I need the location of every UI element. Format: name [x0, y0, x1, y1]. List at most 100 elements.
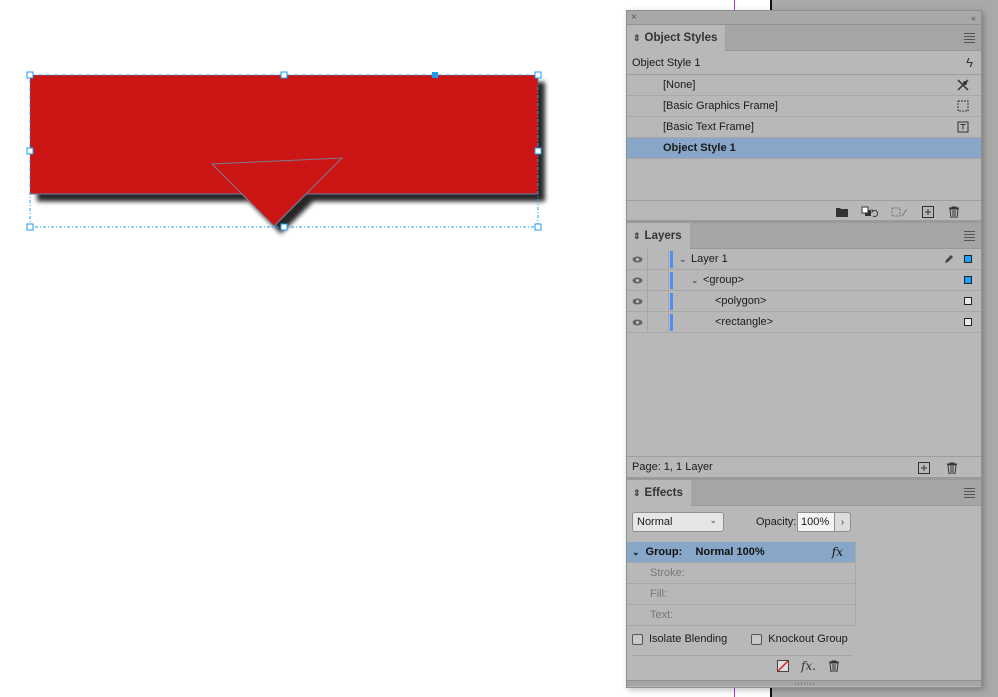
- layer-name: <polygon>: [715, 295, 767, 307]
- quick-apply-icon[interactable]: ϟ: [966, 55, 973, 70]
- isolate-blending-checkbox[interactable]: [632, 633, 643, 645]
- layers-list: ⌄ Layer 1 ⌄ <group> <polygon> <rectangle…: [627, 248, 981, 333]
- target-label: Stroke:: [650, 567, 685, 579]
- effects-header: ⇕ Effects: [627, 480, 981, 506]
- panel-menu-icon[interactable]: [964, 488, 975, 498]
- layer-color-swatch: [670, 271, 673, 289]
- eye-icon[interactable]: [632, 277, 643, 284]
- style-label: [Basic Graphics Frame]: [663, 100, 778, 112]
- target-label: Group:: [645, 546, 683, 558]
- style-label: [Basic Text Frame]: [663, 121, 754, 133]
- chevron-down-icon: ⌄: [709, 515, 717, 525]
- expand-collapse-icon[interactable]: ⇕: [633, 33, 641, 44]
- target-label: Fill:: [650, 588, 668, 600]
- selection-indicator[interactable]: [964, 318, 972, 326]
- tab-layers[interactable]: ⇕ Layers: [627, 223, 690, 249]
- tab-label: Effects: [644, 487, 683, 499]
- lock-toggle[interactable]: [648, 290, 669, 312]
- eye-icon[interactable]: [632, 319, 643, 326]
- reference-point[interactable]: [432, 72, 438, 78]
- expand-collapse-icon[interactable]: ⇕: [633, 488, 641, 499]
- panel-menu-icon[interactable]: [964, 33, 975, 43]
- blend-mode-select[interactable]: Normal ⌄: [632, 512, 724, 532]
- trash-icon[interactable]: [945, 462, 959, 474]
- knockout-group-checkbox[interactable]: [751, 633, 763, 645]
- layer-color-swatch: [670, 313, 673, 331]
- lock-toggle[interactable]: [648, 248, 669, 270]
- effects-target-group[interactable]: ⌄ Group: Normal 100% fx: [627, 542, 856, 563]
- effects-target-stroke[interactable]: Stroke:: [627, 563, 856, 584]
- isolate-blending-label: Isolate Blending: [649, 633, 728, 645]
- no-style-icon: [957, 79, 969, 91]
- tab-label: Object Styles: [644, 32, 718, 44]
- layer-row-group[interactable]: ⌄ <group>: [627, 269, 981, 291]
- trash-icon[interactable]: [947, 206, 961, 218]
- effects-footer: fx.: [777, 659, 840, 673]
- chevron-down-icon[interactable]: ⌄: [691, 275, 703, 286]
- add-effect-icon[interactable]: fx.: [801, 659, 816, 673]
- lock-toggle[interactable]: [648, 311, 669, 333]
- expand-collapse-icon[interactable]: ⇕: [633, 231, 641, 242]
- object-styles-list: [None] [Basic Graphics Frame] [Basic Tex…: [627, 75, 981, 201]
- tab-effects[interactable]: ⇕ Effects: [627, 480, 691, 506]
- object-styles-header: ⇕ Object Styles: [627, 25, 981, 51]
- current-style-label: Object Style 1: [632, 56, 701, 69]
- effects-targets-table: ⌄ Group: Normal 100% fx Stroke: Fill: Te…: [627, 542, 856, 626]
- eye-icon[interactable]: [632, 256, 643, 263]
- selection-indicator[interactable]: [964, 297, 972, 305]
- object-styles-footer: [627, 201, 981, 223]
- layer-row-rectangle[interactable]: <rectangle>: [627, 311, 981, 333]
- new-layer-icon[interactable]: [917, 462, 931, 474]
- layers-footer: Page: 1, 1 Layer: [627, 457, 981, 480]
- selection-indicator[interactable]: [964, 255, 972, 263]
- selection-indicator[interactable]: [964, 276, 972, 284]
- new-style-icon[interactable]: [921, 206, 935, 218]
- dock-titlebar: × ‹‹: [627, 11, 981, 25]
- eye-icon[interactable]: [632, 298, 643, 305]
- style-item-basic-text-frame[interactable]: [Basic Text Frame]: [627, 117, 981, 138]
- effects-options: Isolate Blending Knockout Group: [632, 633, 848, 645]
- clear-overrides-icon[interactable]: [861, 206, 879, 218]
- layer-name: <group>: [703, 274, 744, 286]
- text-frame-icon: [957, 121, 969, 133]
- style-label: Object Style 1: [663, 142, 736, 154]
- chevron-down-icon[interactable]: ⌄: [632, 547, 640, 558]
- layers-status: Page: 1, 1 Layer: [632, 461, 713, 473]
- artwork[interactable]: [0, 0, 600, 260]
- effects-target-fill[interactable]: Fill:: [627, 584, 856, 605]
- style-item-basic-graphics-frame[interactable]: [Basic Graphics Frame]: [627, 96, 981, 117]
- pen-icon: [945, 255, 953, 263]
- layer-name: <rectangle>: [715, 316, 774, 328]
- blend-mode-value: Normal: [637, 516, 673, 528]
- opacity-slider-button[interactable]: ›: [834, 512, 851, 532]
- tab-object-styles[interactable]: ⇕ Object Styles: [627, 25, 726, 51]
- panel-menu-icon[interactable]: [964, 231, 975, 241]
- current-object-style: Object Style 1 ϟ: [627, 51, 981, 75]
- group-object[interactable]: [30, 75, 538, 227]
- effects-target-text[interactable]: Text:: [627, 605, 856, 626]
- layer-row-polygon[interactable]: <polygon>: [627, 290, 981, 312]
- new-folder-icon[interactable]: [835, 206, 849, 218]
- layer-color-swatch: [670, 250, 673, 268]
- target-value: Normal 100%: [695, 546, 765, 558]
- clear-effects-icon[interactable]: [777, 660, 789, 672]
- collapse-icon[interactable]: ‹‹: [971, 11, 976, 25]
- opacity-input[interactable]: 100%: [797, 512, 835, 532]
- layer-row-layer-1[interactable]: ⌄ Layer 1: [627, 248, 981, 270]
- tab-label: Layers: [644, 230, 682, 242]
- lock-toggle[interactable]: [648, 269, 669, 291]
- style-item-none[interactable]: [None]: [627, 75, 981, 96]
- close-icon[interactable]: ×: [631, 11, 637, 25]
- clear-attributes-icon[interactable]: [891, 206, 909, 218]
- fx-icon: fx: [831, 545, 843, 559]
- style-item-object-style-1[interactable]: Object Style 1: [627, 138, 981, 159]
- effects-controls: Normal ⌄ Opacity: 100% ›: [627, 506, 981, 536]
- knockout-group-label: Knockout Group: [768, 633, 848, 645]
- style-label: [None]: [663, 79, 696, 91]
- opacity-value: 100%: [801, 516, 830, 528]
- layer-color-swatch: [670, 292, 673, 310]
- opacity-label: Opacity:: [756, 516, 797, 528]
- trash-icon[interactable]: [828, 660, 840, 672]
- layer-name: Layer 1: [691, 253, 728, 265]
- chevron-down-icon[interactable]: ⌄: [679, 254, 691, 265]
